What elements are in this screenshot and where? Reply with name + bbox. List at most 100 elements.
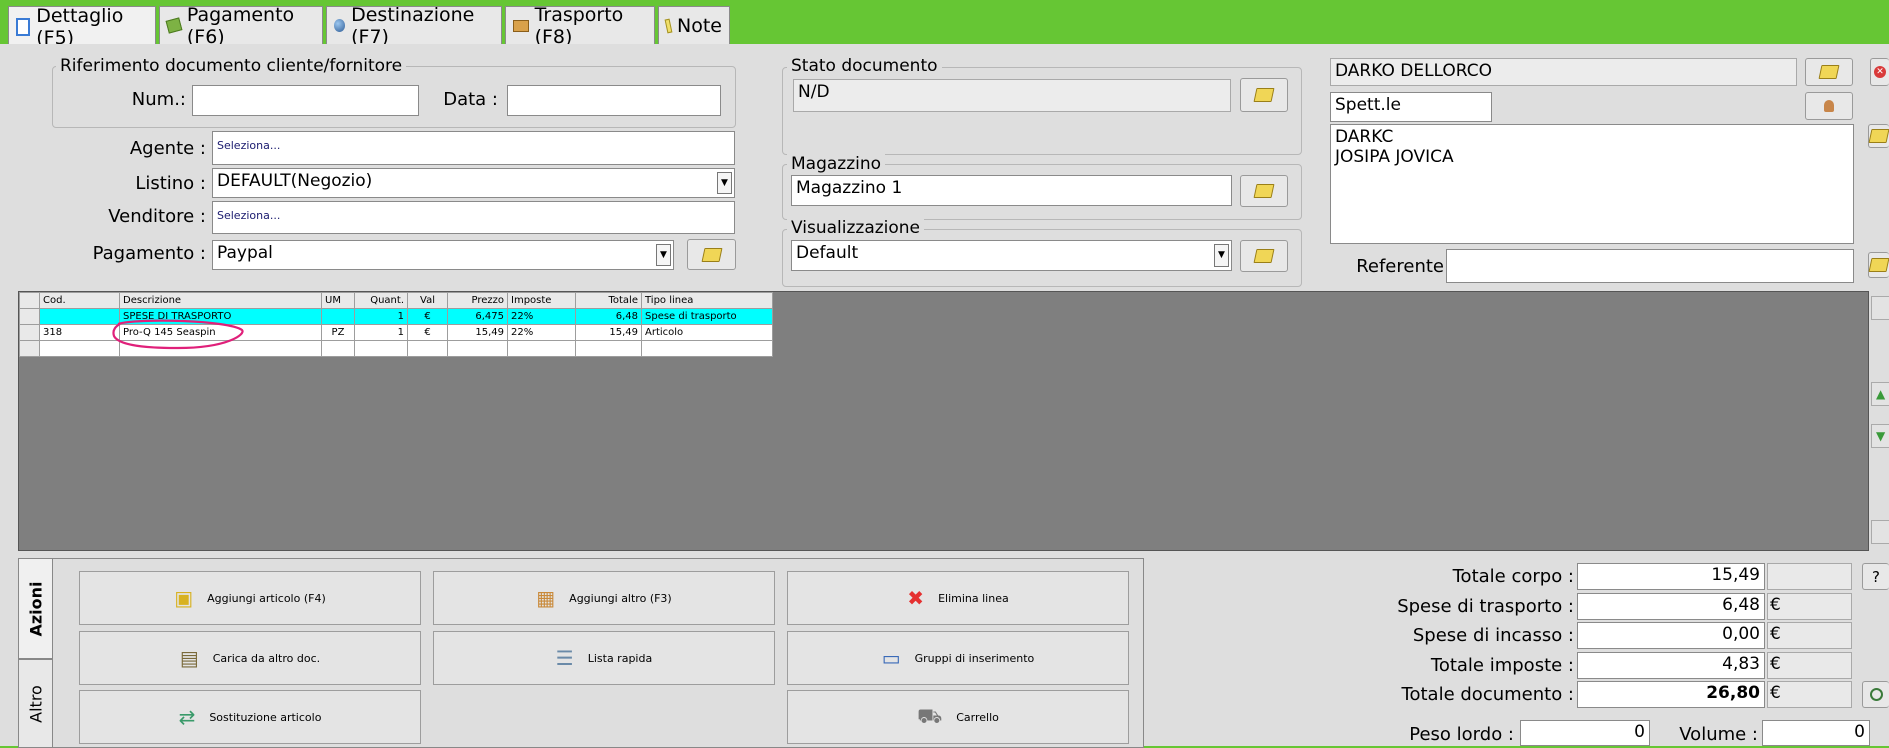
side-button-1[interactable]: [1871, 296, 1889, 320]
tab-pagamento[interactable]: Pagamento (F6): [159, 4, 323, 48]
load-doc-button[interactable]: ▤ Carica da altro doc.: [79, 631, 421, 685]
referente-side-button[interactable]: [1868, 252, 1889, 278]
cell-tipo[interactable]: Spese di trasporto: [641, 308, 773, 325]
zoom-button[interactable]: [1862, 681, 1889, 708]
tab-destinazione[interactable]: Destinazione (F7): [326, 4, 502, 48]
spese-trasporto-currency: €: [1767, 593, 1852, 620]
help-button[interactable]: ?: [1862, 563, 1889, 590]
cell-imposte[interactable]: 22%: [507, 324, 576, 341]
column-header[interactable]: Imposte: [507, 292, 576, 309]
cell-totale[interactable]: 6,48: [575, 308, 642, 325]
column-header[interactable]: Tipo linea: [641, 292, 773, 309]
side-button-4[interactable]: [1871, 520, 1889, 544]
column-header[interactable]: Prezzo: [447, 292, 508, 309]
add-other-button[interactable]: ▦ Aggiungi altro (F3): [433, 571, 775, 625]
arrow-up-icon: ▲: [1876, 387, 1886, 401]
row-selector[interactable]: [19, 324, 40, 341]
column-header[interactable]: UM: [321, 292, 355, 309]
column-header[interactable]: Quant.: [354, 292, 408, 309]
actions-panel: Azioni Altro ▣ Aggiungi articolo (F4) ▦ …: [18, 558, 1144, 748]
listino-select[interactable]: DEFAULT(Negozio) ▼: [212, 168, 735, 198]
quick-list-button[interactable]: ☰ Lista rapida: [433, 631, 775, 685]
delete-line-button[interactable]: ✖ Elimina linea: [787, 571, 1129, 625]
visualizzazione-folder-button[interactable]: [1240, 240, 1288, 272]
peso-lordo-field[interactable]: 0: [1520, 720, 1650, 746]
chevron-down-icon[interactable]: ▼: [656, 244, 671, 266]
column-header[interactable]: Totale: [575, 292, 642, 309]
row-selector[interactable]: [19, 308, 40, 325]
column-header[interactable]: Cod.: [39, 292, 120, 309]
cell-empty[interactable]: [354, 340, 408, 357]
cell-empty[interactable]: [575, 340, 642, 357]
side-button-up[interactable]: ▲: [1871, 382, 1889, 406]
tab-azioni-label: Azioni: [26, 580, 45, 637]
referente-field[interactable]: [1446, 249, 1854, 283]
chevron-down-icon[interactable]: ▼: [1214, 244, 1229, 267]
totale-corpo-label: Totale corpo :: [1452, 566, 1574, 587]
column-header[interactable]: Val: [407, 292, 448, 309]
pagamento-folder-button[interactable]: [687, 239, 736, 270]
pagamento-select[interactable]: Paypal ▼: [212, 240, 674, 270]
cell-val[interactable]: €: [407, 324, 448, 341]
address-field[interactable]: DARKC JOSIPA JOVICA: [1330, 124, 1854, 244]
cell-val[interactable]: €: [407, 308, 448, 325]
person-button[interactable]: [1805, 92, 1853, 120]
address-side-button[interactable]: [1868, 124, 1889, 148]
num-field[interactable]: [192, 85, 419, 116]
magazzino-field[interactable]: Magazzino 1: [791, 175, 1232, 206]
row-selector[interactable]: [19, 340, 40, 357]
data-label: Data :: [443, 89, 498, 110]
cart-button[interactable]: ⛟ Carrello: [787, 690, 1129, 744]
globe-icon: [334, 19, 346, 32]
spese-incasso-field[interactable]: 0,00: [1577, 622, 1765, 649]
totale-documento-label: Totale documento :: [1401, 684, 1574, 705]
cell-empty[interactable]: [407, 340, 448, 357]
salutation-field[interactable]: Spett.le: [1330, 92, 1492, 122]
cliente-folder-button[interactable]: [1805, 58, 1853, 86]
close-button[interactable]: ✕: [1870, 58, 1889, 86]
cell-quant[interactable]: 1: [354, 324, 408, 341]
agente-field[interactable]: Seleziona...: [212, 131, 735, 165]
cell-empty[interactable]: [447, 340, 508, 357]
cell-um[interactable]: PZ: [321, 324, 355, 341]
quick-list-icon: ☰: [555, 646, 574, 670]
annotation-circle: [112, 319, 244, 350]
pagamento-value: Paypal: [217, 243, 273, 263]
tab-note[interactable]: Note: [658, 6, 730, 44]
column-header[interactable]: Descrizione: [119, 292, 322, 309]
magazzino-folder-button[interactable]: [1240, 175, 1288, 207]
cell-totale[interactable]: 15,49: [575, 324, 642, 341]
cell-um[interactable]: [321, 308, 355, 325]
tab-altro[interactable]: Altro: [19, 659, 53, 747]
tab-azioni[interactable]: Azioni: [19, 559, 53, 659]
spese-trasporto-field[interactable]: 6,48: [1577, 593, 1765, 620]
referente-label: Referente: [1356, 256, 1444, 277]
insert-group-button[interactable]: ▭ Gruppi di inserimento: [787, 631, 1129, 685]
cell-imposte[interactable]: 22%: [507, 308, 576, 325]
add-article-button[interactable]: ▣ Aggiungi articolo (F4): [79, 571, 421, 625]
data-field[interactable]: [507, 85, 721, 116]
cell-prezzo[interactable]: 6,475: [447, 308, 508, 325]
venditore-field[interactable]: Seleziona...: [212, 201, 735, 234]
side-button-down[interactable]: ▼: [1871, 424, 1889, 448]
replace-article-button[interactable]: ⇄ Sostituzione articolo: [79, 690, 421, 744]
tab-dettaglio[interactable]: Dettaglio (F5): [8, 5, 156, 49]
listino-value: DEFAULT(Negozio): [217, 171, 373, 191]
tab-label: Pagamento (F6): [186, 3, 295, 48]
cell-empty[interactable]: [507, 340, 576, 357]
visualizzazione-select[interactable]: Default ▼: [791, 240, 1232, 271]
visualizzazione-title: Visualizzazione: [787, 218, 925, 238]
tab-trasporto[interactable]: Trasporto (F8): [505, 4, 655, 48]
cell-empty[interactable]: [641, 340, 773, 357]
cell-empty[interactable]: [321, 340, 355, 357]
action-label: Sostituzione articolo: [209, 710, 322, 724]
action-label: Carica da altro doc.: [212, 651, 321, 665]
volume-field[interactable]: 0: [1762, 720, 1870, 746]
cell-prezzo[interactable]: 15,49: [447, 324, 508, 341]
stato-folder-button[interactable]: [1240, 78, 1288, 112]
chevron-down-icon[interactable]: ▼: [717, 172, 732, 194]
riferimento-title: Riferimento documento cliente/fornitore: [56, 56, 407, 76]
cell-quant[interactable]: 1: [354, 308, 408, 325]
replace-icon: ⇄: [178, 705, 196, 729]
cell-tipo[interactable]: Articolo: [641, 324, 773, 341]
